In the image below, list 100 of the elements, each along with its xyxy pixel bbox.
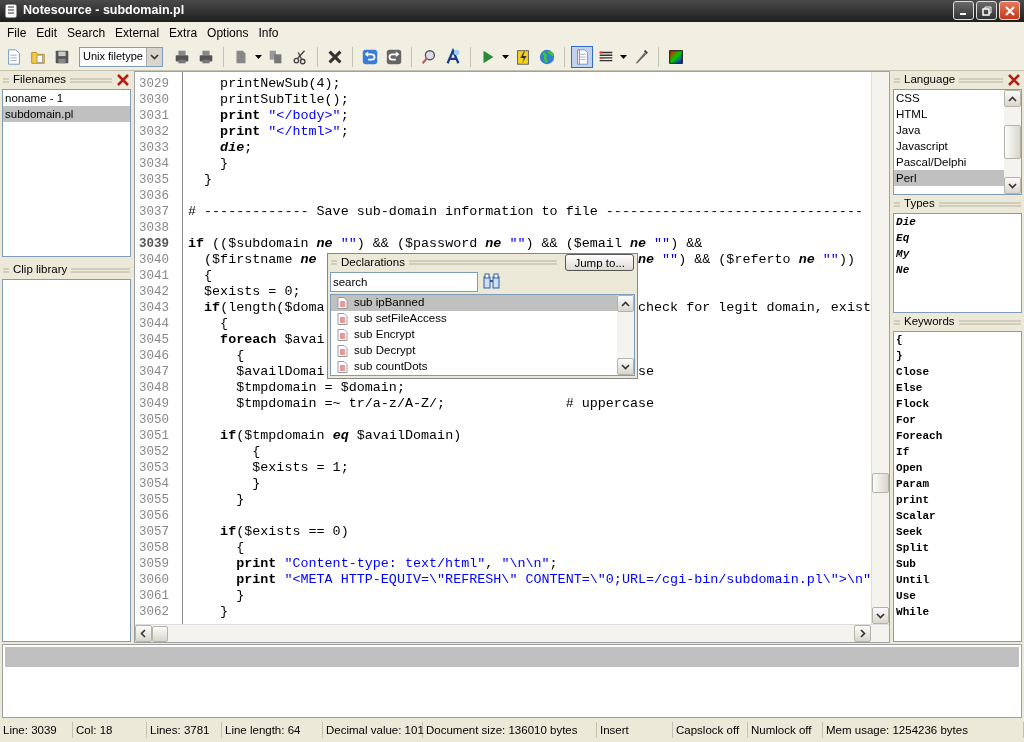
declaration-item[interactable]: sub Decrypt	[330, 343, 617, 359]
code-line: ne "") && ($referto ne ""))	[637, 252, 855, 268]
menu-item[interactable]: Options	[202, 23, 254, 42]
vertical-scrollbar[interactable]	[871, 72, 890, 624]
keyword-item[interactable]: If	[894, 444, 1021, 460]
language-item[interactable]: CSS	[894, 90, 1004, 106]
language-item[interactable]: Java	[894, 122, 1004, 138]
language-item[interactable]: HTML	[894, 106, 1004, 122]
restore-icon[interactable]	[981, 5, 992, 16]
scroll-thumb[interactable]	[1004, 125, 1021, 159]
declaration-item[interactable]: sub setFileAccess	[330, 311, 617, 327]
line-number: 3030	[137, 92, 170, 108]
keyword-item[interactable]: Use	[894, 588, 1021, 604]
scroll-right-icon[interactable]	[859, 629, 866, 638]
minimize-button[interactable]	[953, 1, 974, 21]
line-number: 3045	[137, 332, 170, 348]
type-item[interactable]: My	[894, 246, 1021, 262]
filetype-select[interactable]: Unix filetype	[79, 46, 163, 67]
scroll-down-icon[interactable]	[1008, 182, 1017, 189]
lightning-icon	[514, 47, 532, 66]
keyword-item[interactable]: Seek	[894, 524, 1021, 540]
keyword-item[interactable]: Sub	[894, 556, 1021, 572]
keyword-item[interactable]: Split	[894, 540, 1021, 556]
line-number: 3054	[137, 476, 170, 492]
menu-item[interactable]: File	[2, 23, 32, 42]
language-item[interactable]: Pascal/Delphi	[894, 154, 1004, 170]
grip-lines	[3, 77, 9, 83]
horizontal-scrollbar[interactable]	[134, 624, 890, 642]
type-item[interactable]: Ne	[894, 262, 1021, 278]
line-number: 3056	[137, 508, 170, 524]
code-line: $tmpdomain = $domain;	[235, 380, 405, 395]
menu-item[interactable]: Info	[253, 23, 284, 42]
code-line: {	[251, 444, 261, 459]
code-line: foreach $avai	[219, 332, 325, 347]
menu-item[interactable]: Extra	[164, 23, 203, 42]
caret-icon[interactable]	[620, 54, 627, 59]
keyword-item[interactable]: Close	[894, 364, 1021, 380]
list-scrollbar[interactable]	[1004, 90, 1021, 194]
scroll-left-icon[interactable]	[140, 629, 147, 638]
keyword-item[interactable]: Foreach	[894, 428, 1021, 444]
declaration-item[interactable]: sub countDots	[330, 359, 617, 375]
line-number: 3055	[137, 492, 170, 508]
status-field: Capslock off	[673, 722, 748, 738]
close-button[interactable]	[999, 1, 1020, 21]
code-line: # ------------- Save sub-domain information to file --------------------------------	[187, 204, 863, 219]
keyword-item[interactable]: Else	[894, 380, 1021, 396]
keyword-item[interactable]: }	[894, 348, 1021, 364]
code-line: print "Content-type: text/html", "\n\n";	[235, 556, 558, 571]
jump-to-button[interactable]: Jump to...	[565, 254, 634, 272]
code-line: printSubTitle();	[219, 92, 349, 107]
redo-icon	[385, 47, 403, 66]
line-number: 3057	[137, 524, 170, 540]
declaration-item[interactable]: sub Encrypt	[330, 327, 617, 343]
keyword-item[interactable]: Param	[894, 476, 1021, 492]
restore-button[interactable]	[976, 1, 997, 21]
list-scrollbar[interactable]	[616, 295, 634, 375]
keyword-item[interactable]: print	[894, 492, 1021, 508]
grip-lines	[71, 267, 130, 273]
scroll-thumb[interactable]	[872, 473, 890, 493]
code-line: if(length($doma	[203, 300, 325, 315]
code-line: {	[235, 348, 245, 363]
list-item[interactable]: subdomain.pl	[3, 106, 130, 122]
status-field: Decimal value: 101	[323, 722, 423, 738]
code-line: ($firstname ne	[203, 252, 317, 267]
keyword-item[interactable]: Scalar	[894, 508, 1021, 524]
search-field[interactable]: search	[329, 271, 478, 292]
menu-item[interactable]: Search	[62, 23, 111, 42]
line-number: 3046	[137, 348, 170, 364]
keyword-item[interactable]: Flock	[894, 396, 1021, 412]
code-line: {	[219, 316, 229, 331]
declaration-item[interactable]: sub ipBanned	[330, 295, 617, 311]
keyword-item[interactable]: While	[894, 604, 1021, 620]
keyword-item[interactable]: Open	[894, 460, 1021, 476]
language-item[interactable]: Javascript	[894, 138, 1004, 154]
type-item[interactable]: Die	[894, 214, 1021, 230]
type-item[interactable]: Eq	[894, 230, 1021, 246]
menu-item[interactable]: Edit	[31, 23, 63, 42]
keyword-item[interactable]: For	[894, 412, 1021, 428]
menu-item[interactable]: External	[110, 23, 165, 42]
scroll-down-icon[interactable]	[876, 612, 886, 619]
scroll-up-icon[interactable]	[1008, 95, 1017, 102]
keyword-item[interactable]: Until	[894, 572, 1021, 588]
code-line: $exists = 0;	[203, 284, 301, 299]
caret-icon[interactable]	[502, 54, 509, 59]
binoculars-icon[interactable]	[482, 273, 500, 291]
close-icon[interactable]	[115, 73, 130, 87]
document-view-button[interactable]	[571, 45, 593, 68]
keyword-item[interactable]: {	[894, 332, 1021, 348]
close-icon[interactable]	[1007, 73, 1021, 87]
language-item[interactable]: Perl	[894, 170, 1004, 186]
caret-icon[interactable]	[255, 54, 262, 59]
line-number: 3041	[137, 268, 170, 284]
line-number: 3044	[137, 316, 170, 332]
scroll-down-icon[interactable]	[620, 363, 630, 370]
list-item[interactable]: noname - 1	[3, 90, 130, 106]
scroll-up-icon[interactable]	[620, 300, 630, 307]
status-field: Document size: 136010 bytes	[423, 722, 597, 738]
grip-lines	[3, 267, 9, 273]
code-line: }	[219, 604, 229, 619]
document-icon	[336, 313, 348, 325]
